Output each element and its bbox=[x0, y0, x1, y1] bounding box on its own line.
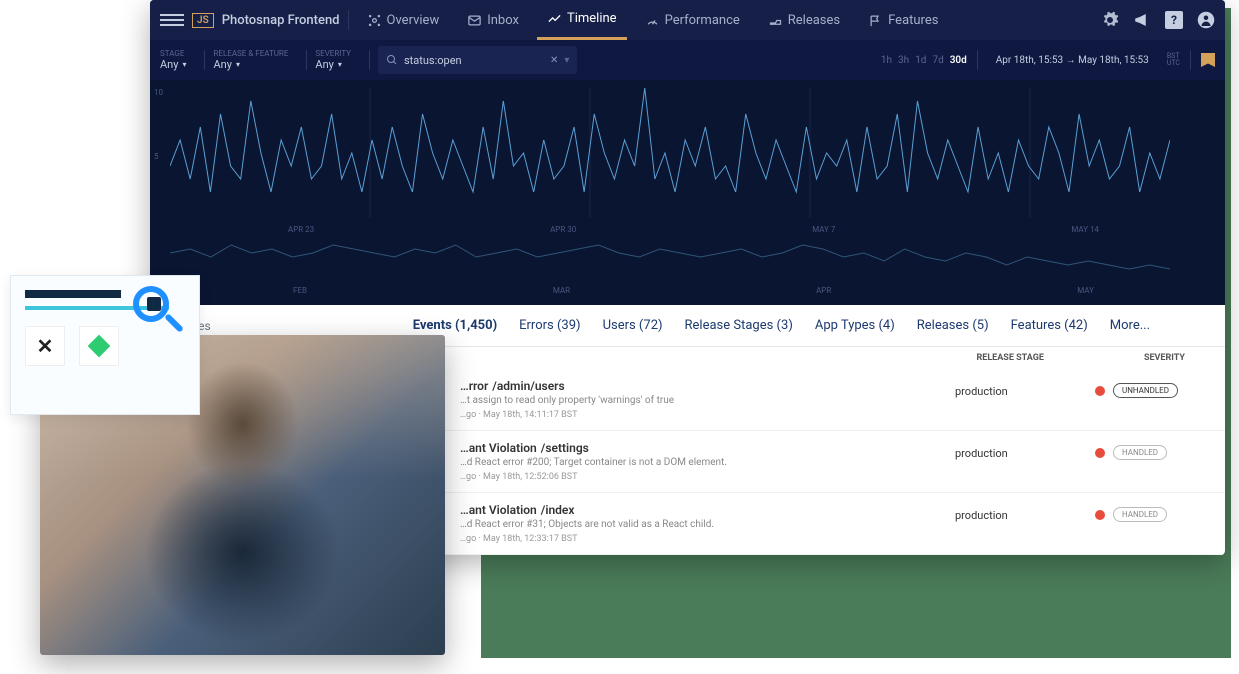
filter-stage[interactable]: STAGE Any bbox=[160, 47, 196, 73]
magnify-icon bbox=[133, 286, 189, 342]
tab-features[interactable]: Features (42) bbox=[1011, 318, 1088, 333]
severity-dot bbox=[1095, 510, 1105, 520]
nav-timeline[interactable]: Timeline bbox=[537, 0, 627, 40]
severity-badge: HANDLED bbox=[1113, 445, 1167, 460]
nav-performance[interactable]: Performance bbox=[635, 0, 750, 40]
severity-badge: HANDLED bbox=[1113, 507, 1167, 522]
hamburger-icon[interactable] bbox=[160, 8, 184, 32]
date-range[interactable]: Apr 18th, 15:53 → May 18th, 15:53 bbox=[988, 55, 1157, 66]
row-stage: production bbox=[955, 379, 1095, 398]
tab-releases[interactable]: Releases (5) bbox=[917, 318, 989, 333]
nav-inbox[interactable]: Inbox bbox=[457, 0, 529, 40]
search-icon bbox=[386, 54, 398, 66]
tab-app-types[interactable]: App Types (4) bbox=[815, 318, 895, 333]
severity-badge: UNHANDLED bbox=[1113, 383, 1178, 398]
project-title: Photosnap Frontend bbox=[222, 13, 340, 28]
nav-overview[interactable]: Overview bbox=[357, 0, 450, 40]
chart-main-svg bbox=[170, 88, 1170, 218]
bookmark-icon[interactable] bbox=[1201, 53, 1215, 67]
nav-releases[interactable]: Releases bbox=[758, 0, 850, 40]
search-input[interactable] bbox=[404, 54, 544, 67]
filter-release[interactable]: RELEASE & FEATURE Any bbox=[213, 47, 298, 73]
search-box: ✕ ▾ bbox=[378, 46, 577, 74]
settings-icon[interactable] bbox=[1101, 11, 1119, 29]
severity-dot bbox=[1095, 386, 1105, 396]
help-icon[interactable]: ? bbox=[1165, 11, 1183, 29]
clear-search-icon[interactable]: ✕ bbox=[550, 55, 558, 66]
timeline-chart[interactable]: 105 APR 23APR 30 MAY 7MAY 14 FEBMAR APRM… bbox=[150, 80, 1225, 305]
time-range-picker[interactable]: 1h 3h 1d 7d 30d bbox=[881, 55, 967, 66]
filter-bar: STAGE Any RELEASE & FEATURE Any SEVERITY… bbox=[150, 40, 1225, 80]
language-badge: JS bbox=[192, 13, 214, 28]
diamond-icon bbox=[79, 326, 119, 366]
tab-errors[interactable]: Errors (39) bbox=[519, 318, 580, 333]
announce-icon[interactable] bbox=[1133, 11, 1151, 29]
filter-severity[interactable]: SEVERITY Any bbox=[315, 47, 361, 73]
user-icon[interactable] bbox=[1197, 11, 1215, 29]
tab-more[interactable]: More... bbox=[1110, 318, 1150, 333]
topbar: JS Photosnap Frontend Overview Inbox Tim… bbox=[150, 0, 1225, 40]
nav-features[interactable]: Features bbox=[858, 0, 948, 40]
tab-release-stages[interactable]: Release Stages (3) bbox=[685, 318, 793, 333]
row-stage: production bbox=[955, 503, 1095, 522]
severity-dot bbox=[1095, 448, 1105, 458]
x-icon: ✕ bbox=[25, 326, 65, 366]
row-stage: production bbox=[955, 441, 1095, 460]
search-widget: ✕ bbox=[10, 275, 200, 415]
chart-mini-svg bbox=[170, 237, 1170, 277]
tab-events[interactable]: Events (1,450) bbox=[413, 318, 497, 333]
tab-users[interactable]: Users (72) bbox=[603, 318, 663, 333]
